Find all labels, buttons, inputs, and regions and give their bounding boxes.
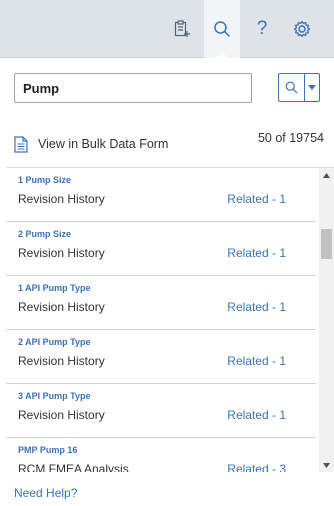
list-item[interactable]: 1 Pump Size Revision History Related - 1 (6, 168, 316, 222)
related-link[interactable]: Related - 1 (227, 246, 286, 260)
item-title[interactable]: 1 API Pump Type (18, 283, 91, 293)
item-title[interactable]: 2 API Pump Type (18, 337, 91, 347)
need-help-link[interactable]: Need Help? (14, 486, 77, 500)
top-toolbar: ? (0, 0, 334, 59)
list-item[interactable]: 2 API Pump Type Revision History Related… (6, 330, 316, 384)
result-count: 50 of 19754 (257, 131, 324, 145)
item-subtitle: RCM FMEA Analysis (18, 462, 129, 472)
arrow-down-icon (323, 463, 330, 468)
list-item[interactable]: 3 API Pump Type Revision History Related… (6, 384, 316, 438)
related-link[interactable]: Related - 1 (227, 192, 286, 206)
related-link[interactable]: Related - 1 (227, 354, 286, 368)
settings-button[interactable] (282, 0, 322, 58)
document-icon (14, 135, 28, 153)
item-subtitle: Revision History (18, 408, 105, 422)
scroll-thumb[interactable] (321, 229, 332, 259)
add-to-list-button[interactable] (163, 0, 201, 58)
bulk-data-row: View in Bulk Data Form 50 of 19754 (14, 131, 324, 154)
bulk-data-form-link[interactable]: View in Bulk Data Form (38, 137, 168, 151)
item-title[interactable]: 1 Pump Size (18, 175, 71, 185)
caret-down-icon (308, 85, 316, 90)
settings-icon (293, 20, 311, 38)
list-item[interactable]: PMP Pump 16 RCM FMEA Analysis Related - … (6, 438, 316, 472)
results-list: 1 Pump Size Revision History Related - 1… (6, 167, 334, 472)
list-item[interactable]: 1 API Pump Type Revision History Related… (6, 276, 316, 330)
search-icon (214, 21, 231, 38)
search-input[interactable] (14, 73, 252, 103)
scroll-down-arrow[interactable] (319, 458, 334, 472)
item-subtitle: Revision History (18, 354, 105, 368)
search-tab[interactable] (204, 0, 240, 59)
item-subtitle: Revision History (18, 192, 105, 206)
results-scrollbar[interactable] (319, 168, 334, 472)
search-button-group (278, 73, 320, 102)
item-title[interactable]: PMP Pump 16 (18, 445, 77, 455)
search-options-dropdown[interactable] (305, 74, 319, 101)
item-subtitle: Revision History (18, 246, 105, 260)
related-link[interactable]: Related - 1 (227, 408, 286, 422)
scroll-up-arrow[interactable] (319, 168, 334, 183)
item-subtitle: Revision History (18, 300, 105, 314)
active-tab-indicator (215, 52, 229, 59)
list-item[interactable]: 2 Pump Size Revision History Related - 1 (6, 222, 316, 276)
related-link[interactable]: Related - 3 (227, 462, 286, 472)
item-title[interactable]: 3 API Pump Type (18, 391, 91, 401)
search-submit-button[interactable] (279, 74, 305, 101)
help-button[interactable]: ? (244, 0, 280, 58)
add-to-list-icon (174, 20, 190, 37)
help-icon: ? (256, 18, 268, 39)
arrow-up-icon (323, 173, 330, 178)
related-link[interactable]: Related - 1 (227, 300, 286, 314)
item-title[interactable]: 2 Pump Size (18, 229, 71, 239)
search-icon (285, 81, 298, 94)
